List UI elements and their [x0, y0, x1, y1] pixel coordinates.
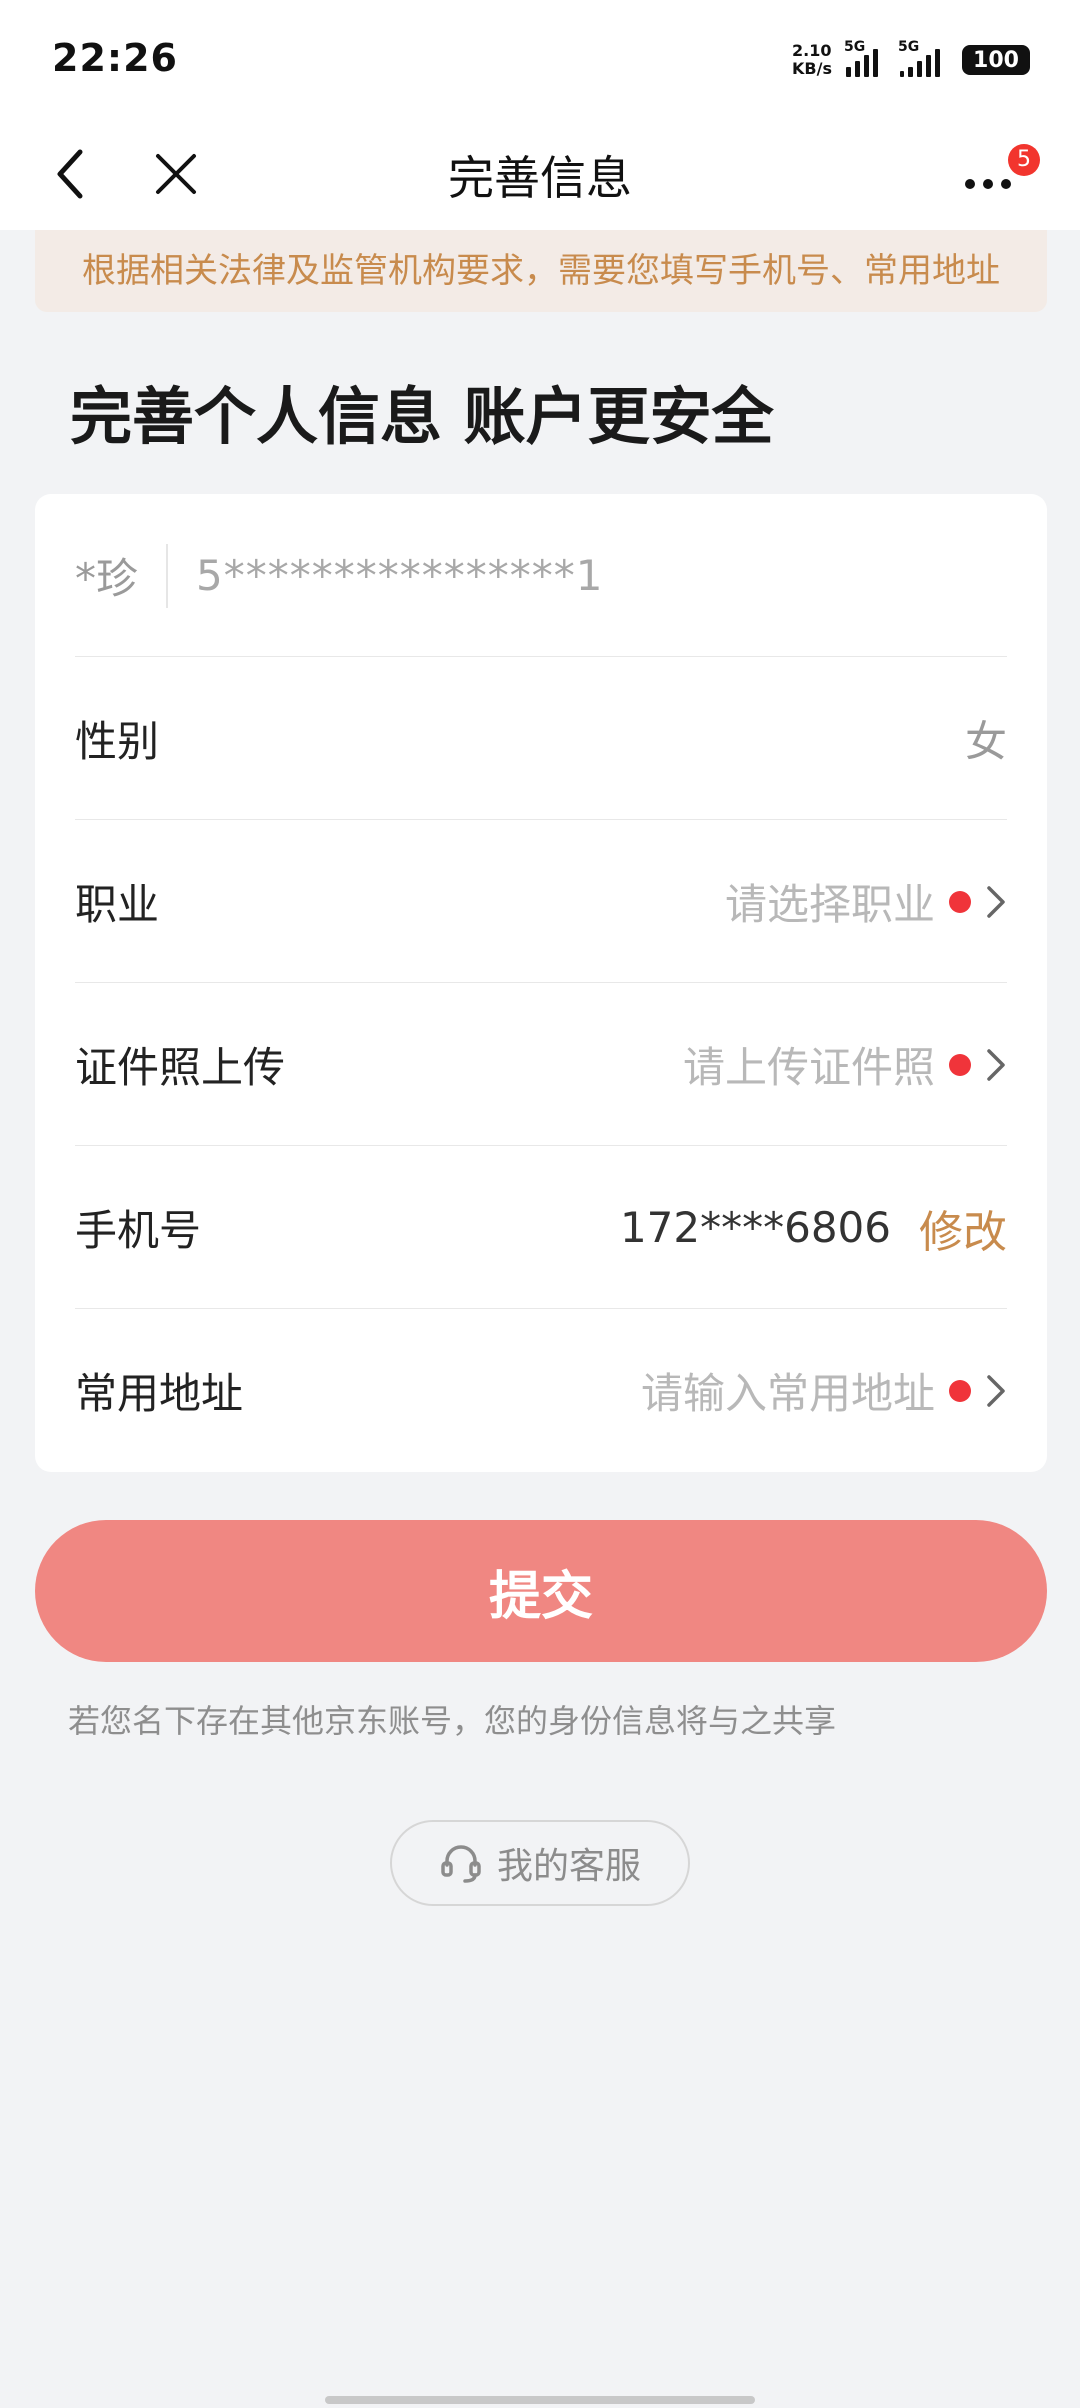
chevron-right-icon — [987, 1374, 1005, 1407]
address-placeholder: 请输入常用地址 — [640, 1369, 935, 1418]
occupation-label: 职业 — [75, 880, 160, 929]
legal-notice-banner: 根据相关法律及监管机构要求，需要您填写手机号、常用地址 — [35, 230, 1047, 312]
submit-button[interactable]: 提交 — [35, 1520, 1047, 1662]
more-button[interactable]: 5 — [960, 144, 1040, 204]
net-speed-unit: KB/s — [792, 59, 832, 78]
sim1-network-tag: 5G — [844, 39, 866, 55]
signal-icon-2: 5G — [898, 39, 948, 77]
phone-row: 手机号 172****6806 修改 — [75, 1146, 1007, 1309]
customer-service-button[interactable]: 我的客服 — [390, 1820, 690, 1906]
identity-row: *珍 5****************1 — [75, 494, 1007, 657]
required-dot — [949, 890, 971, 913]
chevron-right-icon — [987, 1048, 1005, 1081]
status-time: 22:26 — [52, 36, 178, 80]
gender-label: 性别 — [75, 717, 160, 766]
net-speed-value: 2.10 — [792, 41, 832, 60]
masked-name: *珍 — [75, 554, 139, 603]
phone-value: 172****6806 — [619, 1203, 891, 1252]
chevron-right-icon — [987, 885, 1005, 918]
notification-badge: 5 — [1008, 144, 1040, 176]
occupation-row[interactable]: 职业 请选择职业 — [75, 820, 1007, 983]
occupation-placeholder: 请选择职业 — [724, 880, 935, 929]
phone-label: 手机号 — [75, 1206, 202, 1255]
sim2-network-tag: 5G — [898, 39, 920, 55]
customer-service-label: 我的客服 — [496, 1846, 641, 1887]
edit-phone-link[interactable]: 修改 — [919, 1196, 1007, 1260]
status-bar: 22:26 2.10 KB/s 5G 5G 100 — [0, 0, 1080, 120]
nav-bar: 完善信息 5 — [0, 120, 1080, 230]
info-form-card: *珍 5****************1 性别 女 职业 请选择职业 证件照上… — [35, 494, 1047, 1472]
masked-id-number: 5****************1 — [196, 551, 604, 600]
battery-icon: 100 — [962, 45, 1030, 75]
page-title: 完善信息 — [448, 151, 632, 205]
id-photo-label: 证件照上传 — [75, 1043, 286, 1092]
net-speed: 2.10 KB/s — [792, 42, 832, 78]
headset-icon — [441, 1845, 481, 1883]
gender-row: 性别 女 — [75, 657, 1007, 820]
address-label: 常用地址 — [75, 1369, 244, 1418]
gender-value: 女 — [964, 717, 1007, 766]
id-photo-placeholder: 请上传证件照 — [682, 1043, 935, 1092]
address-row[interactable]: 常用地址 请输入常用地址 — [75, 1309, 1007, 1472]
required-dot — [949, 1379, 971, 1402]
divider — [166, 543, 169, 608]
signal-icon: 5G — [844, 39, 886, 77]
status-icons: 2.10 KB/s 5G 5G 100 — [792, 39, 1030, 80]
id-photo-row[interactable]: 证件照上传 请上传证件照 — [75, 983, 1007, 1146]
account-share-note: 若您名下存在其他京东账号，您的身份信息将与之共享 — [68, 1702, 837, 1740]
home-indicator[interactable] — [325, 2396, 755, 2404]
section-heading: 完善个人信息 账户更安全 — [70, 380, 774, 453]
required-dot — [949, 1053, 971, 1076]
